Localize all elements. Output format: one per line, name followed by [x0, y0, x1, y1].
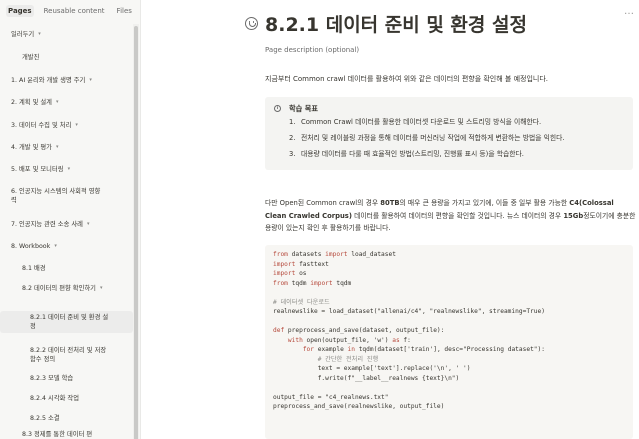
learning-goals-list: 1. Common Crawl 데이터를 활용한 데이터셋 다운로드 및 스트리밍… — [289, 118, 565, 166]
chevron-down-icon[interactable]: ▾ — [38, 30, 41, 39]
sidebar-item-ch6[interactable]: 6. 인공지능 시스템의 사회적 영향 력 — [0, 187, 133, 205]
sidebar-item-label-cont: 력 — [11, 197, 17, 204]
sidebar-item-label: 8.2.5 소결 — [30, 415, 60, 422]
sidebar-item-developers[interactable]: 개발진 — [0, 53, 133, 62]
paragraph-text: 의 매우 큰 용량을 가지고 있기에, 이들 중 일부 활용 가능한 — [399, 199, 570, 207]
code-line: text = example['text'].replace('\n', ' '… — [273, 365, 471, 372]
emoji-picker-icon[interactable] — [245, 17, 258, 30]
sidebar-item-label: 8.2.1 데이터 준비 및 환경 설 — [30, 314, 109, 321]
sidebar-item-8-1[interactable]: 8.1 배경 — [0, 264, 133, 273]
sidebar-tabs: Pages Reusable content Files — [0, 0, 140, 18]
tab-files[interactable]: Files — [115, 5, 134, 17]
code-line: with open(output_file, 'w') as f: — [287, 336, 411, 344]
sidebar-item-8-2-1[interactable]: 8.2.1 데이터 준비 및 환경 설 정 — [0, 311, 133, 333]
chevron-down-icon[interactable]: ▾ — [89, 76, 92, 85]
chevron-down-icon[interactable]: ▾ — [54, 242, 57, 251]
sidebar-item-label: 1. AI 윤리와 개발 생명 주기 — [11, 77, 86, 84]
sidebar-item-label: 8.2.4 시각화 작업 — [30, 395, 79, 402]
sidebar-item-label-cont: 함수 정의 — [30, 356, 56, 363]
code-block[interactable]: from datasets import load_datasetimport … — [265, 245, 633, 439]
sidebar-item-label: 개발진 — [22, 54, 40, 61]
sidebar-item-label: 8.1 배경 — [22, 265, 46, 272]
code-line: def preprocess_and_save(dataset, output_… — [273, 327, 445, 334]
sidebar-scrollbar[interactable] — [133, 24, 139, 439]
callout-title: 학습 목표 — [289, 104, 318, 113]
sidebar-item-ch1[interactable]: 1. AI 윤리와 개발 생명 주기 ▾ — [0, 76, 133, 85]
sidebar-item-label: 3. 데이터 수집 및 처리 — [11, 122, 72, 129]
sidebar-item-label: 2. 계획 및 설계 — [11, 99, 52, 106]
list-item: 2. 전처리 및 레이블링 과정을 통해 데이터를 머신러닝 작업에 적합하게 변… — [289, 134, 565, 142]
chevron-down-icon[interactable]: ▾ — [100, 284, 103, 293]
chevron-down-icon[interactable]: ▾ — [68, 165, 71, 174]
learning-goals-callout: i 학습 목표 1. Common Crawl 데이터를 활용한 데이터셋 다운로… — [265, 97, 633, 170]
sidebar-item-label: 8.2 데이터의 편향 확인하기 — [22, 285, 96, 292]
code-line: from tqdm import tqdm — [273, 279, 352, 287]
paragraph-bold: 80TB — [380, 199, 400, 207]
sidebar-item-8-2-3[interactable]: 8.2.3 모델 학습 — [0, 374, 133, 383]
page-description[interactable]: Page description (optional) — [265, 46, 359, 54]
sidebar-item-label: 8.2.2 데이터 전처리 및 저장 — [30, 347, 107, 354]
sidebar-item-label: 일러두기 — [11, 31, 35, 38]
tab-pages[interactable]: Pages — [6, 5, 34, 17]
code-line: import fasttext — [273, 260, 329, 268]
sidebar: Pages Reusable content Files 일러두기 ▾ 개발진 1… — [0, 0, 141, 439]
sidebar-item-8-2-5[interactable]: 8.2.5 소결 — [0, 414, 133, 423]
sidebar-item-label: 8.3 정제를 통한 데이터 편 — [22, 431, 93, 438]
sidebar-item-ch4[interactable]: 4. 개발 및 평가 ▾ — [0, 143, 133, 152]
sidebar-item-label: 8. Workbook — [11, 243, 51, 250]
sidebar-item-label: 5. 배포 및 모니터링 — [11, 166, 64, 173]
chevron-down-icon[interactable]: ▾ — [87, 220, 90, 229]
body-paragraph: 다만 Open된 Common crawl의 경우 80TB의 매우 큰 용량을… — [265, 197, 637, 235]
list-item: 1. Common Crawl 데이터를 활용한 데이터셋 다운로드 및 스트리밍… — [289, 118, 542, 126]
sidebar-item-ch3[interactable]: 3. 데이터 수집 및 처리 ▾ — [0, 121, 133, 130]
sidebar-item-ch7[interactable]: 7. 인공지능 관련 소송 사례 ▾ — [0, 220, 133, 229]
sidebar-item-label: 6. 인공지능 시스템의 사회적 영향 — [11, 188, 101, 195]
sidebar-item-8-2-2[interactable]: 8.2.2 데이터 전처리 및 저장 함수 정의 — [0, 346, 133, 364]
sidebar-item-label: 4. 개발 및 평가 — [11, 144, 52, 151]
chevron-down-icon[interactable]: ▾ — [56, 143, 59, 152]
list-item-text: Common Crawl 데이터를 활용한 데이터셋 다운로드 및 스트리밍 방… — [301, 118, 542, 126]
sidebar-item-label-cont: 정 — [30, 323, 36, 330]
title-row: 8.2.1 데이터 준비 및 환경 설정 — [245, 10, 527, 37]
list-item-text: 대용량 데이터를 다룰 때 효율적인 방법(스트리밍, 진행률 표시 등)을 학… — [301, 150, 524, 158]
intro-text: 지금부터 Common crawl 데이터를 활용하여 위와 같은 데이터의 편… — [265, 75, 548, 83]
code-line: f.write(f"__label__realnews {text}\n") — [273, 374, 460, 382]
chevron-down-icon[interactable]: ▾ — [75, 121, 78, 130]
sidebar-item-8-3[interactable]: 8.3 정제를 통한 데이터 편 — [0, 430, 133, 439]
sidebar-item-ch8[interactable]: 8. Workbook ▾ — [0, 242, 133, 251]
sidebar-item-label: 7. 인공지능 관련 소송 사례 — [11, 221, 83, 228]
code-line: for example in tqdm(dataset['train'], de… — [302, 346, 545, 353]
sidebar-item-8-2[interactable]: 8.2 데이터의 편향 확인하기 ▾ — [0, 284, 133, 293]
main-content: … 8.2.1 데이터 준비 및 환경 설정 Page description … — [141, 0, 639, 439]
code-line: import os — [273, 270, 307, 277]
chevron-down-icon[interactable]: ▾ — [56, 98, 59, 107]
paragraph-bold: 15Gb — [563, 211, 584, 220]
more-options-icon[interactable]: … — [624, 6, 634, 17]
info-icon: i — [274, 105, 281, 112]
scrollbar-thumb[interactable] — [134, 26, 138, 439]
list-item: 3. 대용량 데이터를 다룰 때 효율적인 방법(스트리밍, 진행률 표시 등)을… — [289, 150, 524, 158]
page-title[interactable]: 8.2.1 데이터 준비 및 환경 설정 — [265, 10, 527, 37]
code-line: # 간단한 전처리 진행 — [273, 355, 379, 363]
sidebar-item-intro[interactable]: 일러두기 ▾ — [0, 30, 133, 39]
list-item-text: 전처리 및 레이블링 과정을 통해 데이터를 머신러닝 작업에 적합하게 변환하… — [301, 134, 565, 142]
code-line: preprocess_and_save(realnewslike, output… — [273, 403, 445, 410]
code-line: # 데이터셋 다운로드 — [273, 298, 330, 306]
sidebar-item-ch5[interactable]: 5. 배포 및 모니터링 ▾ — [0, 165, 133, 174]
sidebar-item-label: 8.2.3 모델 학습 — [30, 375, 74, 382]
sidebar-item-ch2[interactable]: 2. 계획 및 설계 ▾ — [0, 98, 133, 107]
sidebar-item-8-2-4[interactable]: 8.2.4 시각화 작업 — [0, 394, 133, 403]
code-line: from datasets import load_dataset — [273, 251, 396, 258]
paragraph-text: 다만 Open된 Common crawl의 경우 — [265, 199, 381, 207]
code-line: realnewslike = load_dataset("allenai/c4"… — [273, 308, 545, 315]
paragraph-text: 데이터를 활용하여 데이터의 편향을 확인할 것입니다. 뉴스 데이터의 경우 — [351, 211, 564, 220]
tab-reusable-content[interactable]: Reusable content — [42, 5, 107, 17]
code-line: output_file = "c4_realnews.txt" — [273, 393, 389, 401]
